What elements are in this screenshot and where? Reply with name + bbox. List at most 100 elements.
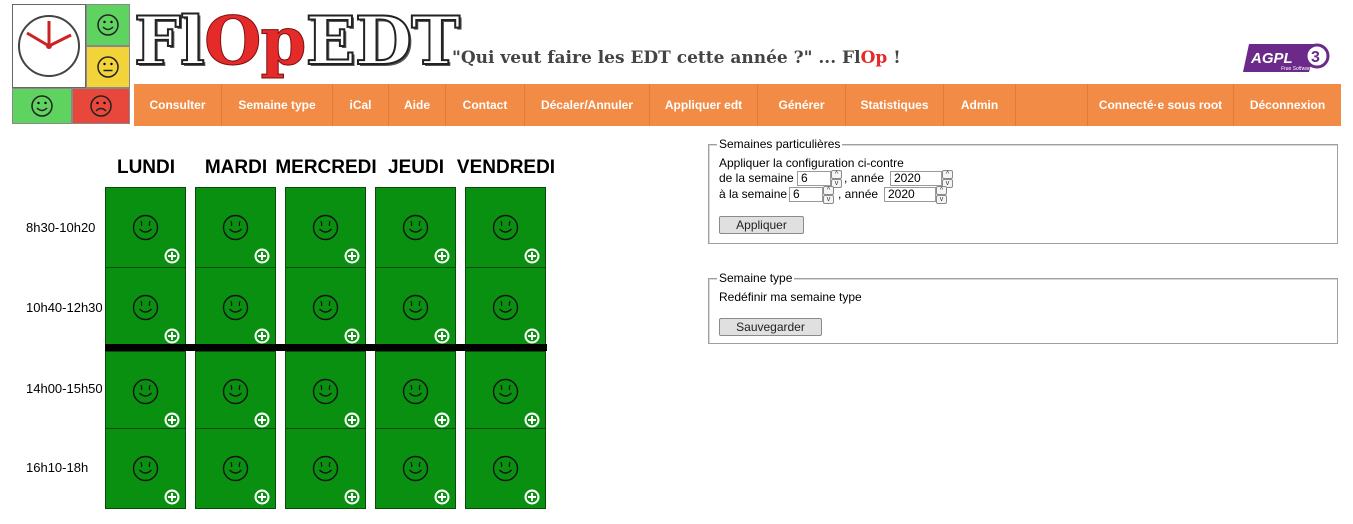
plus-circle-icon[interactable] (434, 248, 450, 264)
chevron-down-icon[interactable]: v (936, 195, 947, 204)
plus-circle-icon[interactable] (164, 412, 180, 428)
schedule-cell[interactable] (195, 428, 276, 509)
plus-circle-icon[interactable] (434, 412, 450, 428)
plus-circle-icon[interactable] (524, 412, 540, 428)
smiley-icon[interactable] (402, 378, 429, 405)
schedule-cell[interactable] (285, 187, 366, 268)
smiley-icon[interactable] (492, 294, 519, 321)
schedule-cell[interactable] (375, 351, 456, 432)
chevron-up-icon[interactable]: ^ (942, 170, 953, 179)
schedule-cell[interactable] (195, 351, 276, 432)
plus-circle-icon[interactable] (164, 328, 180, 344)
smiley-icon[interactable] (132, 378, 159, 405)
plus-circle-icon[interactable] (254, 328, 270, 344)
to-year-stepper[interactable]: ^ v (936, 186, 947, 204)
main-nav: Consulter Semaine type iCal Aide Contact… (134, 84, 1341, 126)
smiley-icon[interactable] (222, 294, 249, 321)
brand-part-op: Op (203, 2, 307, 80)
plus-circle-icon[interactable] (344, 489, 360, 505)
smiley-icon[interactable] (222, 378, 249, 405)
clock-icon (12, 4, 86, 88)
smiley-icon[interactable] (312, 378, 339, 405)
schedule-cell[interactable] (375, 187, 456, 268)
schedule-cell[interactable] (105, 187, 186, 268)
schedule-cell[interactable] (105, 267, 186, 348)
chevron-up-icon[interactable]: ^ (936, 186, 947, 195)
schedule-cell[interactable] (375, 428, 456, 509)
schedule-cell[interactable] (285, 428, 366, 509)
schedule-cell[interactable] (285, 267, 366, 348)
plus-circle-icon[interactable] (164, 248, 180, 264)
from-week-label: de la semaine (719, 171, 794, 185)
schedule-cell[interactable] (105, 428, 186, 509)
chevron-up-icon[interactable]: ^ (831, 170, 842, 179)
nav-admin[interactable]: Admin (944, 84, 1016, 126)
smiley-icon[interactable] (492, 378, 519, 405)
from-year-input[interactable]: 2020 ^ v (890, 170, 953, 188)
schedule-cell[interactable] (465, 267, 546, 348)
save-button[interactable]: Sauvegarder (719, 318, 822, 336)
smiley-icon[interactable] (312, 214, 339, 241)
nav-generer[interactable]: Générer (758, 84, 846, 126)
type-week-description: Redéfinir ma semaine type (719, 290, 862, 304)
nav-connected-user[interactable]: Connecté·e sous root (1088, 84, 1234, 126)
to-week-stepper[interactable]: ^ v (823, 186, 834, 204)
plus-circle-icon[interactable] (434, 489, 450, 505)
schedule-cell[interactable] (465, 187, 546, 268)
smiley-icon[interactable] (132, 294, 159, 321)
smiley-icon[interactable] (132, 455, 159, 482)
smiley-icon[interactable] (402, 455, 429, 482)
plus-circle-icon[interactable] (344, 412, 360, 428)
smiley-icon[interactable] (312, 294, 339, 321)
to-week-label: à la semaine (719, 187, 788, 201)
chevron-up-icon[interactable]: ^ (823, 186, 834, 195)
nav-appliquer-edt[interactable]: Appliquer edt (650, 84, 758, 126)
to-week-input[interactable]: 6 ^ v (789, 186, 834, 204)
flop-logo-icon (12, 4, 130, 124)
brand-logo: FlOpEDT (133, 7, 461, 75)
nav-deconnexion[interactable]: Déconnexion (1234, 84, 1341, 126)
plus-circle-icon[interactable] (344, 248, 360, 264)
plus-circle-icon[interactable] (434, 328, 450, 344)
plus-circle-icon[interactable] (524, 489, 540, 505)
smiley-icon[interactable] (312, 455, 339, 482)
happy-face-icon (12, 88, 72, 124)
smiley-icon[interactable] (222, 455, 249, 482)
to-year-input[interactable]: 2020 ^ v (884, 186, 947, 204)
smiley-icon[interactable] (132, 214, 159, 241)
schedule-cell[interactable] (465, 351, 546, 432)
apply-button[interactable]: Appliquer (719, 216, 804, 234)
plus-circle-icon[interactable] (254, 489, 270, 505)
brand-part-edt: EDT (305, 2, 462, 80)
nav-ical[interactable]: iCal (333, 84, 389, 126)
tagline: "Qui veut faire les EDT cette année ?" .… (452, 48, 901, 68)
smiley-icon[interactable] (492, 455, 519, 482)
schedule-cell[interactable] (465, 428, 546, 509)
plus-circle-icon[interactable] (254, 248, 270, 264)
agpl-license-badge[interactable]: AGPL Free Software 3 (1243, 42, 1331, 74)
nav-decaler-annuler[interactable]: Décaler/Annuler (525, 84, 650, 126)
nav-contact[interactable]: Contact (446, 84, 525, 126)
chevron-down-icon[interactable]: v (823, 195, 834, 204)
nav-spacer (1016, 84, 1088, 126)
nav-consulter[interactable]: Consulter (134, 84, 222, 126)
schedule-cell[interactable] (105, 351, 186, 432)
smiley-icon[interactable] (492, 214, 519, 241)
nav-semaine-type[interactable]: Semaine type (222, 84, 333, 126)
schedule-cell[interactable] (285, 351, 366, 432)
nav-statistiques[interactable]: Statistiques (846, 84, 944, 126)
plus-circle-icon[interactable] (524, 328, 540, 344)
schedule-cell[interactable] (195, 187, 276, 268)
smiley-icon[interactable] (222, 214, 249, 241)
plus-circle-icon[interactable] (344, 328, 360, 344)
smiley-icon[interactable] (402, 294, 429, 321)
schedule-cell[interactable] (195, 267, 276, 348)
from-week-input[interactable]: 6 ^ v (797, 170, 842, 188)
nav-aide[interactable]: Aide (389, 84, 446, 126)
schedule-cell[interactable] (375, 267, 456, 348)
plus-circle-icon[interactable] (524, 248, 540, 264)
smiley-icon[interactable] (402, 214, 429, 241)
plus-circle-icon[interactable] (254, 412, 270, 428)
sad-face-icon (72, 88, 130, 124)
plus-circle-icon[interactable] (164, 489, 180, 505)
